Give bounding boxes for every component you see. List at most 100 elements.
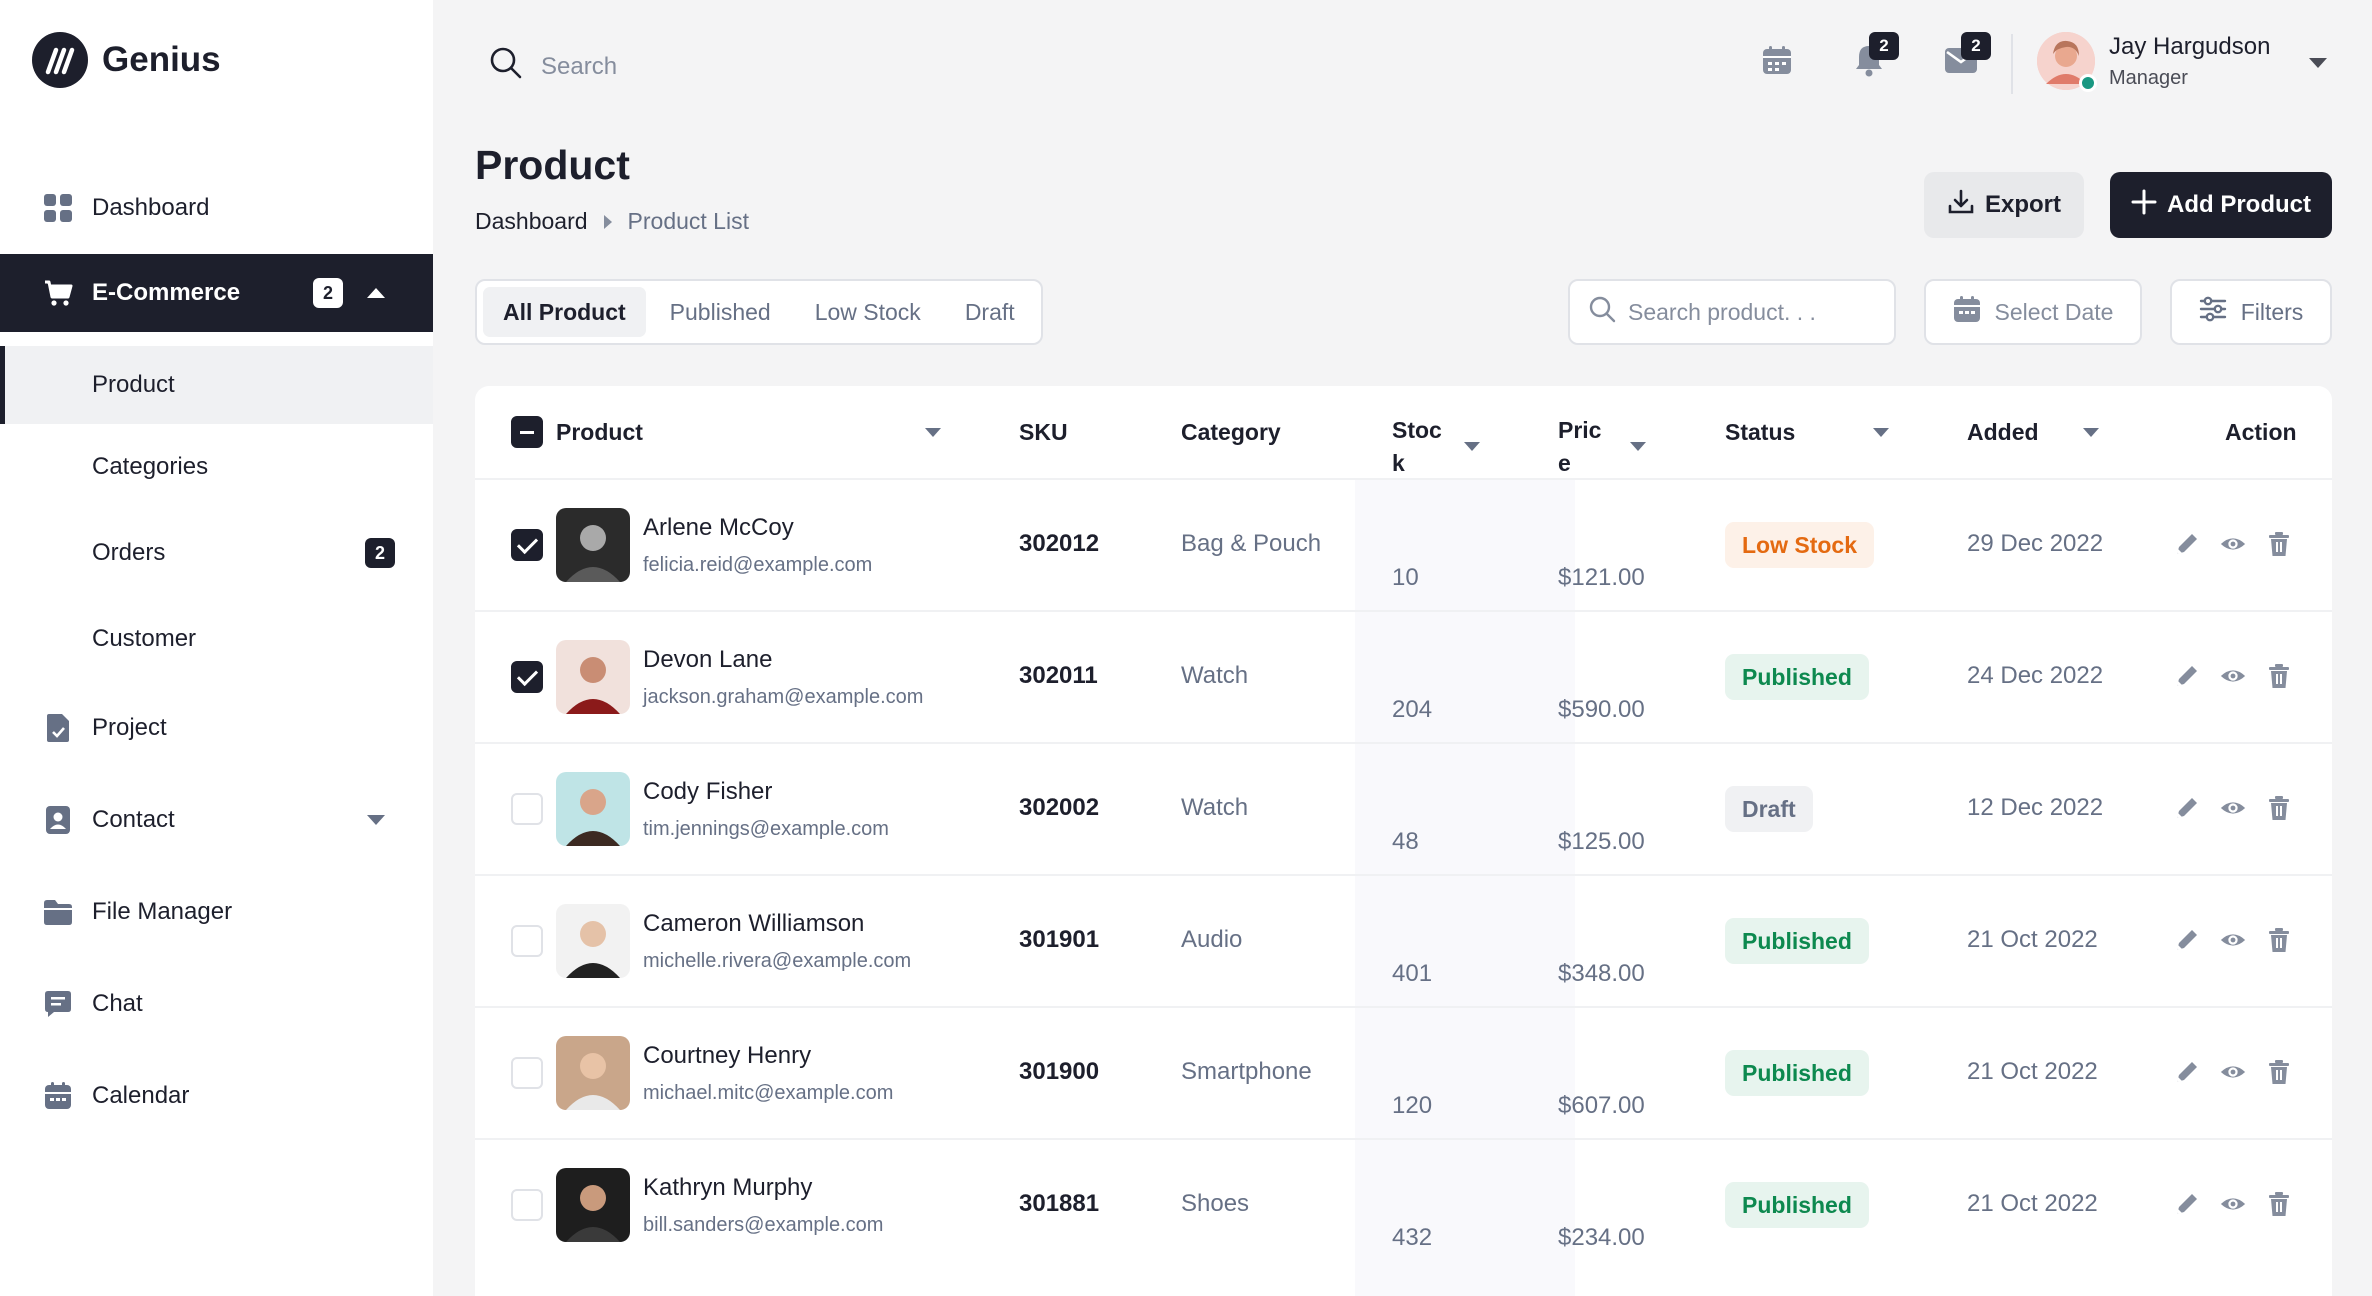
sort-caret-icon[interactable] [925, 428, 941, 437]
user-menu[interactable]: Jay Hargudson Manager [2037, 32, 2327, 92]
edit-pencil-icon[interactable] [2173, 1058, 2201, 1086]
delete-trash-icon[interactable] [2265, 1190, 2293, 1218]
brand-logo[interactable]: Genius [32, 32, 221, 88]
sidebar-subitem-customer[interactable]: Customer [0, 596, 433, 682]
edit-pencil-icon[interactable] [2173, 794, 2201, 822]
sidebar-subitem-product[interactable]: Product [0, 346, 433, 424]
chevron-down-icon[interactable] [2309, 58, 2327, 68]
sidebar-item-file-manager[interactable]: File Manager [0, 866, 433, 958]
view-eye-icon[interactable] [2219, 1190, 2247, 1218]
column-header-added[interactable]: Added [1967, 416, 2039, 449]
sort-caret-icon[interactable] [2083, 428, 2099, 437]
table-row[interactable]: Cody Fisher tim.jennings@example.com 30200… [475, 742, 2332, 874]
column-header-stock[interactable]: Stoc k [1392, 414, 1442, 480]
messages-button[interactable]: 2 [1937, 32, 1991, 86]
row-actions [2173, 1190, 2293, 1218]
sidebar-item-dashboard[interactable]: Dashboard [0, 162, 433, 254]
global-search[interactable]: Search [489, 46, 617, 87]
product-name[interactable]: Cameron Williamson [643, 910, 864, 938]
table-row[interactable]: Devon Lane jackson.graham@example.com 3020… [475, 610, 2332, 742]
table-row[interactable]: Courtney Henry michael.mitc@example.com 30… [475, 1006, 2332, 1138]
table-row[interactable]: Kathryn Murphy bill.sanders@example.com 30… [475, 1138, 2332, 1270]
export-button[interactable]: Export [1924, 172, 2084, 238]
status-badge: Draft [1725, 786, 1813, 832]
product-name[interactable]: Cody Fisher [643, 778, 772, 806]
filters-button[interactable]: Filters [2170, 279, 2332, 345]
tab-low-stock[interactable]: Low Stock [795, 287, 941, 337]
product-category: Bag & Pouch [1181, 530, 1322, 557]
tab-published[interactable]: Published [650, 287, 791, 337]
user-info: Jay Hargudson Manager [2109, 33, 2270, 90]
product-category: Watch [1181, 794, 1249, 821]
product-category: Audio [1181, 926, 1243, 953]
table-row[interactable]: Cameron Williamson michelle.rivera@exampl… [475, 874, 2332, 1006]
view-eye-icon[interactable] [2219, 662, 2247, 690]
sidebar-item-project[interactable]: Project [0, 682, 433, 774]
product-thumbnail [556, 640, 630, 714]
product-price: $590.00 [1558, 696, 1645, 723]
row-checkbox[interactable] [511, 529, 543, 561]
edit-pencil-icon[interactable] [2173, 1190, 2201, 1218]
delete-trash-icon[interactable] [2265, 662, 2293, 690]
sidebar-nav: Dashboard E-Commerce 2 Product Categorie… [0, 162, 433, 1142]
select-date-button[interactable]: Select Date [1924, 279, 2142, 345]
product-category: Smartphone [1181, 1058, 1312, 1085]
select-all-checkbox[interactable] [511, 416, 543, 448]
sort-caret-icon[interactable] [1873, 428, 1889, 437]
product-search-input[interactable]: Search product. . . [1568, 279, 1896, 345]
delete-trash-icon[interactable] [2265, 926, 2293, 954]
row-actions [2173, 926, 2293, 954]
product-name[interactable]: Courtney Henry [643, 1042, 811, 1070]
calendar-button[interactable] [1753, 38, 1801, 86]
delete-trash-icon[interactable] [2265, 530, 2293, 558]
sidebar-item-calendar[interactable]: Calendar [0, 1050, 433, 1142]
notifications-button[interactable]: 2 [1845, 32, 1899, 86]
sidebar-subitem-label: Categories [92, 453, 209, 480]
sort-caret-icon[interactable] [1630, 442, 1646, 451]
view-eye-icon[interactable] [2219, 794, 2247, 822]
add-product-button[interactable]: Add Product [2110, 172, 2332, 238]
sidebar-item-chat[interactable]: Chat [0, 958, 433, 1050]
chevron-up-icon[interactable] [367, 288, 385, 298]
add-product-label: Add Product [2167, 191, 2311, 218]
delete-trash-icon[interactable] [2265, 794, 2293, 822]
product-stock: 48 [1392, 828, 1419, 855]
edit-pencil-icon[interactable] [2173, 530, 2201, 558]
edit-pencil-icon[interactable] [2173, 926, 2201, 954]
sort-caret-icon[interactable] [1464, 442, 1480, 451]
sidebar-item-label: Contact [92, 806, 175, 833]
tab-draft[interactable]: Draft [945, 287, 1035, 337]
tab-all-product[interactable]: All Product [483, 287, 646, 337]
row-checkbox[interactable] [511, 793, 543, 825]
row-checkbox[interactable] [511, 1057, 543, 1089]
row-checkbox[interactable] [511, 1189, 543, 1221]
column-header-price[interactable]: Pric e [1558, 414, 1601, 480]
chevron-down-icon[interactable] [367, 815, 385, 825]
product-stock: 10 [1392, 564, 1419, 591]
sidebar-subitem-categories[interactable]: Categories [0, 424, 433, 510]
product-name[interactable]: Arlene McCoy [643, 514, 794, 542]
row-checkbox[interactable] [511, 925, 543, 957]
view-eye-icon[interactable] [2219, 926, 2247, 954]
row-checkbox[interactable] [511, 661, 543, 693]
product-name[interactable]: Kathryn Murphy [643, 1174, 812, 1202]
sidebar-item-ecommerce[interactable]: E-Commerce 2 [0, 254, 433, 332]
sidebar-subitem-orders[interactable]: Orders 2 [0, 510, 433, 596]
topbar-divider [2011, 34, 2013, 94]
topbar-icons: 2 2 [1753, 32, 1991, 86]
topbar: Search 2 2 Jay Hargudson Manager [433, 0, 2372, 134]
delete-trash-icon[interactable] [2265, 1058, 2293, 1086]
chat-icon [42, 988, 74, 1020]
search-input[interactable]: Search [541, 53, 617, 81]
view-eye-icon[interactable] [2219, 1058, 2247, 1086]
column-header-product[interactable]: Product [556, 416, 643, 449]
folder-icon [42, 896, 74, 928]
product-name[interactable]: Devon Lane [643, 646, 772, 674]
breadcrumb-dashboard[interactable]: Dashboard [475, 208, 588, 235]
view-eye-icon[interactable] [2219, 530, 2247, 558]
table-row[interactable]: Arlene McCoy felicia.reid@example.com 3020… [475, 478, 2332, 610]
sidebar-item-contact[interactable]: Contact [0, 774, 433, 866]
column-header-stock-line1: Stoc [1392, 417, 1442, 443]
edit-pencil-icon[interactable] [2173, 662, 2201, 690]
column-header-status[interactable]: Status [1725, 416, 1795, 449]
